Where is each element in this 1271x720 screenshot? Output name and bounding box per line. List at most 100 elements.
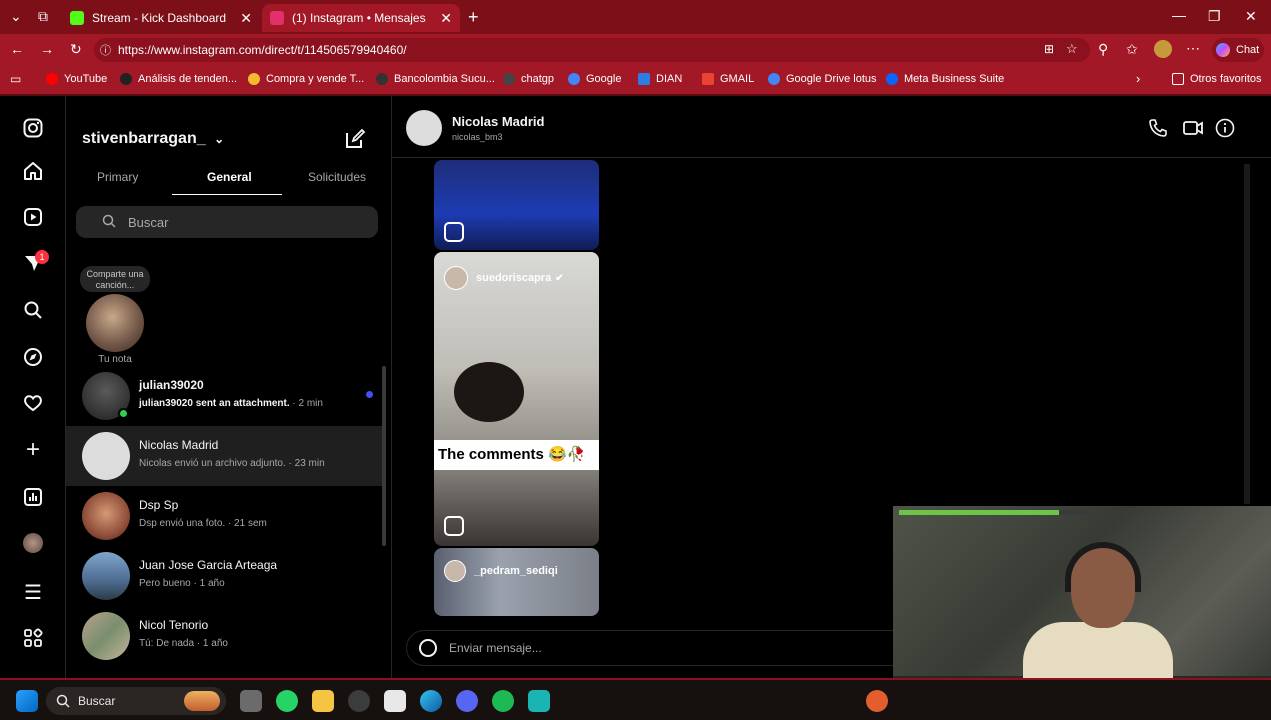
active-tab-indicator — [172, 194, 282, 195]
thread-dsp-sp[interactable]: Dsp Sp Dsp envió una foto. · 21 sem — [66, 486, 386, 546]
spotify-icon[interactable] — [492, 690, 514, 712]
note-label: Tu nota — [98, 354, 132, 365]
conversation-name[interactable]: Nicolas Madrid — [452, 114, 544, 129]
bookmark-drive[interactable]: Google Drive lotus — [768, 73, 877, 85]
restore-icon[interactable]: ❐ — [1208, 8, 1221, 25]
home-icon[interactable] — [21, 159, 45, 183]
bookmark-analisis[interactable]: Análisis de tenden... — [120, 73, 237, 85]
url-field[interactable]: ⓘ https://www.instagram.com/direct/t/114… — [94, 38, 1090, 62]
bookmark-chatgpt[interactable]: chatgp — [503, 73, 554, 85]
back-icon[interactable]: ← — [10, 41, 24, 57]
unread-dot — [366, 391, 373, 398]
bookmark-meta[interactable]: Meta Business Suite — [886, 73, 1004, 85]
menu-hamburger-icon[interactable]: ☰ — [21, 580, 45, 604]
more-apps-icon[interactable] — [21, 626, 45, 650]
apps-icon[interactable]: ⊞ — [1044, 42, 1054, 56]
new-tab-icon[interactable]: + — [468, 7, 479, 28]
bookmark-compra-vende[interactable]: Compra y vende T... — [248, 73, 364, 85]
taskbar-search[interactable]: Buscar — [46, 687, 226, 715]
shared-reel[interactable]: suedoriscapra ✔ The comments 😂🥀 — [434, 252, 599, 546]
conversation-scrollbar[interactable] — [1244, 164, 1250, 504]
reload-icon[interactable]: ↻ — [70, 41, 82, 58]
copilot-chat-button[interactable]: Chat — [1212, 38, 1264, 62]
more-bookmarks-chevron-icon[interactable]: › — [1136, 71, 1140, 86]
extensions-icon[interactable]: ⚲ — [1098, 41, 1108, 58]
bookmark-label: Compra y vende T... — [266, 73, 365, 85]
bookmark-youtube[interactable]: YouTube — [46, 73, 107, 85]
own-note-avatar[interactable] — [86, 294, 144, 352]
thread-nicolas-madrid[interactable]: Nicolas Madrid Nicolas envió un archivo … — [66, 426, 386, 486]
close-tab-icon[interactable]: ✕ — [440, 10, 452, 27]
tray-app-icon[interactable] — [866, 690, 888, 712]
thread-julian39020[interactable]: julian39020 julian39020 sent an attachme… — [66, 366, 386, 426]
thread-nicol-tenorio[interactable]: Nicol Tenorio Tú: De nada · 1 año — [66, 606, 386, 666]
search-input[interactable]: Buscar — [76, 206, 378, 238]
tab-kick-dashboard[interactable]: Stream - Kick Dashboard ✕ — [62, 4, 260, 32]
bookmark-dian[interactable]: DIAN — [638, 73, 682, 85]
more-menu-icon[interactable]: ⋯ — [1186, 40, 1200, 57]
phone-call-icon[interactable] — [1148, 118, 1168, 143]
tab-instagram[interactable]: (1) Instagram • Mensajes ✕ — [262, 4, 460, 32]
collections-icon[interactable]: ▭ — [10, 72, 21, 86]
reel-author: _pedram_sediqi — [444, 560, 558, 582]
emoji-icon[interactable] — [419, 639, 437, 657]
explore-compass-icon[interactable] — [21, 345, 45, 369]
edge-icon[interactable] — [420, 690, 442, 712]
task-view-icon[interactable] — [240, 690, 262, 712]
address-bar-row: ← → ↻ ⓘ https://www.instagram.com/direct… — [0, 34, 1271, 66]
search-icon[interactable] — [21, 298, 45, 322]
workspaces-icon[interactable]: ⧉ — [38, 8, 48, 25]
bookmark-google[interactable]: Google — [568, 73, 621, 85]
kick-favicon-icon — [70, 11, 84, 25]
notifications-heart-icon[interactable] — [21, 391, 45, 415]
reels-icon[interactable] — [21, 205, 45, 229]
message-placeholder: Enviar mensaje... — [449, 641, 542, 655]
tab-primary[interactable]: Primary — [97, 170, 138, 184]
taskbar-search-label: Buscar — [78, 694, 116, 708]
instagram-logo-icon[interactable] — [21, 116, 45, 140]
profile-avatar[interactable] — [1154, 40, 1172, 58]
close-tab-icon[interactable]: ✕ — [240, 10, 252, 27]
bookmark-gmail[interactable]: GMAIL — [702, 73, 754, 85]
chevron-down-icon: ⌄ — [214, 132, 225, 146]
google-icon — [568, 73, 580, 85]
minimize-icon[interactable]: — — [1172, 7, 1186, 23]
inbox-scrollbar[interactable] — [382, 366, 386, 546]
url-text: https://www.instagram.com/direct/t/11450… — [118, 43, 407, 57]
shared-reel[interactable]: _pedram_sediqi — [434, 548, 599, 616]
avatar[interactable] — [406, 110, 442, 146]
account-switcher[interactable]: stivenbarragan_ ⌄ — [82, 130, 224, 148]
site-info-icon[interactable]: ⓘ — [100, 42, 111, 58]
bookmark-label: Meta Business Suite — [904, 73, 1005, 85]
note-bubble[interactable]: Comparte una canción... — [80, 266, 150, 292]
bookmark-bancolombia[interactable]: Bancolombia Sucu... — [376, 73, 495, 85]
close-window-icon[interactable]: ✕ — [1245, 8, 1257, 25]
obs-icon[interactable] — [348, 690, 370, 712]
conversation-header: Nicolas Madrid nicolas_bm3 — [392, 96, 1271, 158]
tab-solicitudes[interactable]: Solicitudes — [308, 170, 366, 184]
favorite-star-icon[interactable]: ☆ — [1066, 41, 1078, 57]
create-plus-icon[interactable]: + — [21, 436, 45, 463]
file-explorer-icon[interactable] — [312, 690, 334, 712]
tab-actions-chevron-icon[interactable]: ⌄ — [10, 8, 22, 25]
dashboard-icon[interactable] — [21, 485, 45, 509]
whatsapp-icon[interactable] — [276, 690, 298, 712]
thread-juan-jose[interactable]: Juan Jose Garcia Arteaga Pero bueno · 1 … — [66, 546, 386, 606]
avatar — [82, 552, 130, 600]
bookmark-label: chatgp — [521, 73, 555, 85]
windows-start-icon[interactable] — [16, 690, 38, 712]
discord-icon[interactable] — [456, 690, 478, 712]
reel-author: suedoriscapra ✔ — [444, 266, 564, 290]
tab-general[interactable]: General — [207, 170, 252, 184]
app-icon[interactable] — [528, 690, 550, 712]
profile-avatar[interactable] — [21, 531, 45, 555]
video-call-icon[interactable] — [1182, 118, 1204, 143]
info-icon[interactable] — [1215, 118, 1235, 143]
shared-reel[interactable] — [434, 160, 599, 250]
other-favorites-folder[interactable]: Otros favoritos — [1172, 73, 1262, 85]
bookmark-label: Google Drive lotus — [786, 73, 877, 85]
favorites-icon[interactable]: ✩ — [1126, 41, 1138, 58]
forward-icon[interactable]: → — [40, 41, 54, 57]
capcut-icon[interactable] — [384, 690, 406, 712]
compose-new-message-icon[interactable] — [344, 128, 366, 155]
